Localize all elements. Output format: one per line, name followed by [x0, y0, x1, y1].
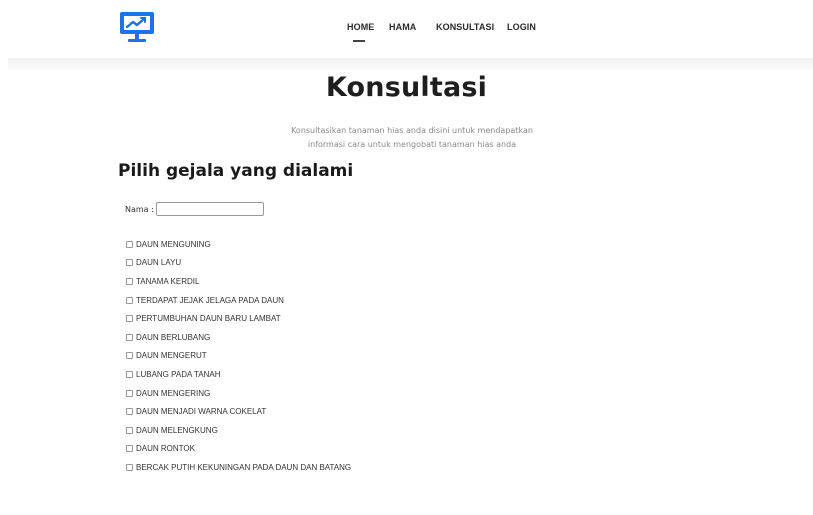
symptom-item[interactable]: DAUN BERLUBANG	[126, 328, 351, 347]
symptom-label: PERTUMBUHAN DAUN BARU LAMBAT	[136, 314, 281, 324]
symptom-item[interactable]: DAUN MENJADI WARNA COKELAT	[126, 402, 351, 421]
symptom-checkbox[interactable]	[126, 277, 133, 285]
symptom-label: TERDAPAT JEJAK JELAGA PADA DAUN	[136, 295, 284, 305]
symptom-label: DAUN MENGERING	[136, 388, 211, 398]
symptom-label: DAUN MELENGKUNG	[136, 425, 218, 435]
symptom-label: DAUN BERLUBANG	[136, 332, 211, 342]
symptom-checkbox[interactable]	[126, 408, 133, 416]
name-row: Nama :	[125, 200, 264, 218]
name-label: Nama :	[125, 204, 154, 214]
symptom-item[interactable]: TANAMA KERDIL	[126, 272, 351, 291]
symptom-item[interactable]: DAUN MENGERING	[126, 384, 351, 403]
symptom-checkbox[interactable]	[126, 463, 133, 471]
section-heading: Pilih gejala yang dialami	[118, 161, 354, 181]
name-input[interactable]	[155, 202, 264, 216]
symptom-checkbox[interactable]	[126, 259, 133, 267]
symptom-item[interactable]: TERDAPAT JEJAK JELAGA PADA DAUN	[126, 291, 351, 310]
symptom-label: DAUN LAYU	[136, 258, 182, 268]
symptom-label: BERCAK PUTIH KEKUNINGAN PADA DAUN DAN BA…	[136, 462, 352, 472]
symptom-label: DAUN MENGUNING	[136, 239, 211, 249]
symptom-checkbox[interactable]	[126, 370, 133, 378]
symptom-item[interactable]: LUBANG PADA TANAH	[126, 365, 351, 384]
symptom-checkbox[interactable]	[126, 296, 133, 304]
symptom-checkbox[interactable]	[126, 389, 133, 397]
nav-home-link[interactable]: HOME	[347, 22, 374, 32]
monitor-chart-icon[interactable]	[118, 10, 156, 44]
symptom-item[interactable]: DAUN MELENGKUNG	[126, 421, 351, 440]
symptom-checkbox[interactable]	[126, 445, 133, 453]
symptom-checkbox[interactable]	[126, 426, 133, 434]
symptom-list: DAUN MENGUNING DAUN LAYU TANAMA KERDIL T…	[126, 235, 351, 477]
subtitle-line-2: informasi cara untuk mengobati tanaman h…	[307, 140, 517, 149]
nav-active-indicator	[353, 40, 365, 42]
symptom-label: DAUN MENGERUT	[136, 351, 207, 361]
symptom-label: LUBANG PADA TANAH	[136, 369, 221, 379]
subtitle-line-1: Konsultasikan tanaman hias anda disini u…	[291, 126, 533, 135]
symptom-label: DAUN MENJADI WARNA COKELAT	[136, 407, 267, 417]
navbar: HOME HAMA KONSULTASI LOGIN	[0, 0, 813, 58]
page-title: Konsultasi	[325, 72, 488, 103]
symptom-item[interactable]: DAUN LAYU	[126, 254, 351, 273]
symptom-checkbox[interactable]	[126, 315, 133, 323]
nav-hama-link[interactable]: HAMA	[389, 22, 416, 32]
symptom-item[interactable]: DAUN RONTOK	[126, 440, 351, 459]
section-divider	[8, 58, 813, 70]
symptom-item[interactable]: BERCAK PUTIH KEKUNINGAN PADA DAUN DAN BA…	[126, 458, 351, 477]
symptom-checkbox[interactable]	[126, 352, 133, 360]
symptom-item[interactable]: DAUN MENGERUT	[126, 347, 351, 366]
page-subtitle: Konsultasikan tanaman hias anda disini u…	[270, 124, 554, 152]
nav-login-link[interactable]: LOGIN	[507, 22, 536, 32]
symptom-checkbox[interactable]	[126, 240, 133, 248]
symptom-item[interactable]: PERTUMBUHAN DAUN BARU LAMBAT	[126, 309, 351, 328]
nav-konsultasi-link[interactable]: KONSULTASI	[436, 22, 494, 32]
symptom-label: TANAMA KERDIL	[136, 276, 200, 286]
symptom-item[interactable]: DAUN MENGUNING	[126, 235, 351, 254]
symptom-label: DAUN RONTOK	[136, 444, 195, 454]
symptom-checkbox[interactable]	[126, 333, 133, 341]
